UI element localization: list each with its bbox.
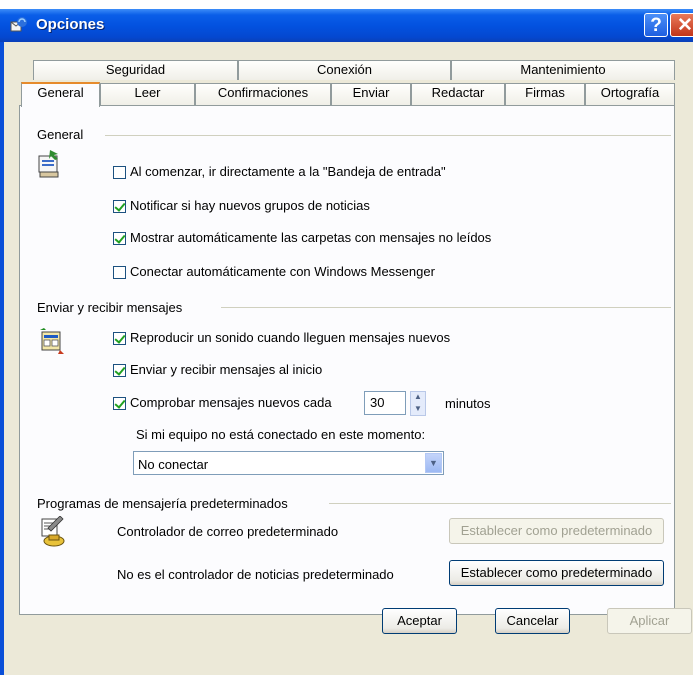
checkbox-check-new-messages[interactable] — [113, 397, 126, 410]
help-button[interactable]: ? — [644, 13, 668, 37]
label-play-sound[interactable]: Reproducir un sonido cuando lleguen mens… — [130, 330, 450, 345]
label-not-default-news-handler: No es el controlador de noticias predete… — [117, 567, 394, 582]
group-divider — [105, 135, 671, 136]
tab-seguridad[interactable]: Seguridad — [33, 60, 238, 80]
label-offline-behavior: Si mi equipo no está conectado en este m… — [136, 427, 426, 442]
checkbox-show-unread-folders[interactable] — [113, 232, 126, 245]
group-divider — [221, 307, 671, 308]
group-title-general: General — [37, 127, 84, 142]
close-button[interactable]: ✕ — [670, 13, 693, 37]
background-window-strip — [0, 0, 693, 9]
label-show-unread-folders[interactable]: Mostrar automáticamente las carpetas con… — [130, 230, 491, 245]
checkbox-go-to-inbox[interactable] — [113, 166, 126, 179]
check-interval-input[interactable]: 30 — [364, 391, 406, 415]
tab-confirmaciones[interactable]: Confirmaciones — [195, 83, 331, 105]
offline-behavior-select[interactable]: No conectar ▼ — [133, 451, 444, 475]
label-send-receive-startup[interactable]: Enviar y recibir mensajes al inicio — [130, 362, 322, 377]
label-go-to-inbox[interactable]: Al comenzar, ir directamente a la "Bande… — [130, 164, 446, 179]
label-minutes: minutos — [445, 396, 491, 411]
chevron-down-icon[interactable]: ▼ — [425, 453, 442, 473]
tab-conexion[interactable]: Conexión — [238, 60, 451, 80]
tab-ortografia[interactable]: Ortografía — [585, 83, 675, 105]
spinner-up-icon[interactable]: ▲ — [411, 392, 425, 404]
title-bar[interactable]: Opciones ? ✕ — [0, 9, 693, 42]
tab-general[interactable]: General — [21, 82, 100, 107]
cancel-button[interactable]: Cancelar — [495, 608, 570, 634]
group-title-default-programs: Programas de mensajería predeterminados — [37, 496, 288, 511]
window-border — [0, 42, 4, 675]
tab-enviar[interactable]: Enviar — [331, 83, 411, 105]
label-connect-messenger[interactable]: Conectar automáticamente con Windows Mes… — [130, 264, 435, 279]
inbox-icon — [38, 150, 59, 178]
group-divider — [329, 503, 671, 504]
tab-redactar[interactable]: Redactar — [411, 83, 505, 105]
label-notify-newsgroups[interactable]: Notificar si hay nuevos grupos de notici… — [130, 198, 370, 213]
label-check-new-messages[interactable]: Comprobar mensajes nuevos cada — [130, 395, 332, 410]
tab-leer[interactable]: Leer — [100, 83, 195, 105]
checkbox-connect-messenger[interactable] — [113, 266, 126, 279]
group-title-send-receive: Enviar y recibir mensajes — [37, 300, 183, 315]
offline-behavior-value: No conectar — [138, 457, 209, 472]
check-interval-spinner[interactable]: ▲ ▼ — [410, 391, 426, 416]
spinner-down-icon[interactable]: ▼ — [411, 404, 425, 416]
apply-button[interactable]: Aplicar — [607, 608, 692, 634]
options-dialog: Opciones ? ✕ Seguridad Conexión Mantenim… — [0, 9, 693, 675]
tab-mantenimiento[interactable]: Mantenimiento — [451, 60, 675, 80]
label-default-mail-handler: Controlador de correo predeterminado — [117, 524, 339, 539]
checkbox-notify-newsgroups[interactable] — [113, 200, 126, 213]
default-programs-icon — [41, 516, 65, 547]
outlook-express-icon — [10, 17, 27, 32]
ok-button[interactable]: Aceptar — [382, 608, 457, 634]
checkbox-send-receive-startup[interactable] — [113, 364, 126, 377]
tab-panel-general: General Al comenzar, ir directamente a l… — [19, 105, 675, 615]
tab-firmas[interactable]: Firmas — [505, 83, 585, 105]
set-default-news-button[interactable]: Establecer como predeterminado — [449, 560, 664, 586]
send-receive-icon — [40, 328, 64, 354]
checkbox-play-sound[interactable] — [113, 332, 126, 345]
set-default-mail-button[interactable]: Establecer como predeterminado — [449, 518, 664, 544]
window-title: Opciones — [36, 16, 105, 33]
